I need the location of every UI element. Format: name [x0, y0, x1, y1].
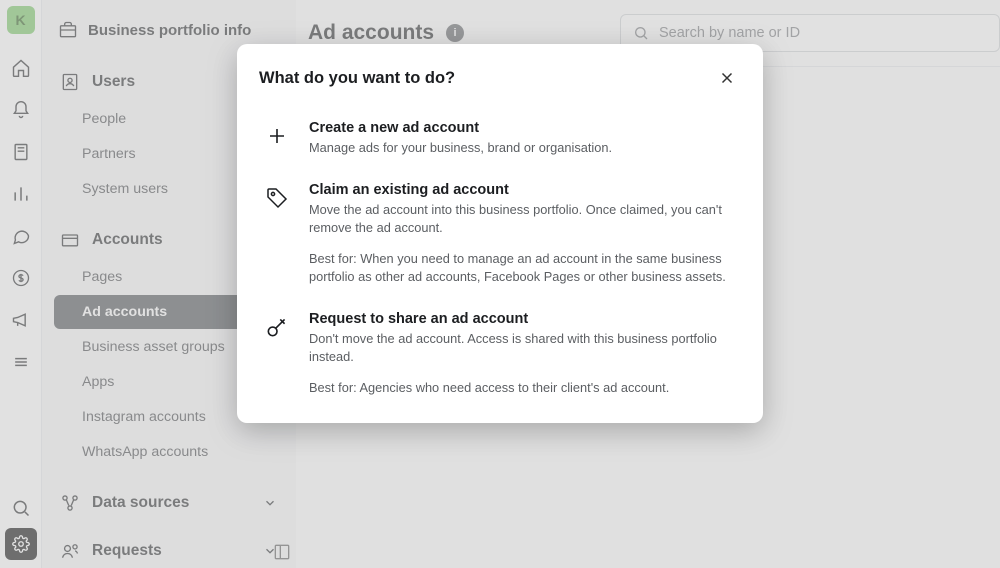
option-desc: Move the ad account into this business p…	[309, 201, 737, 238]
tag-icon	[263, 184, 291, 212]
modal-title: What do you want to do?	[259, 69, 713, 88]
option-title: Claim an existing ad account	[309, 182, 737, 198]
option-desc: Don't move the ad account. Access is sha…	[309, 330, 737, 367]
modal-overlay[interactable]: What do you want to do? Create a new ad …	[0, 0, 1000, 568]
option-best-for: Best for: Agencies who need access to th…	[309, 379, 737, 398]
option-title: Request to share an ad account	[309, 311, 737, 327]
option-create-account[interactable]: Create a new ad account Manage ads for y…	[237, 100, 763, 162]
close-button[interactable]	[713, 64, 741, 92]
option-desc: Manage ads for your business, brand or o…	[309, 139, 737, 158]
key-icon	[263, 313, 291, 341]
plus-icon	[263, 122, 291, 150]
option-best-for: Best for: When you need to manage an ad …	[309, 250, 737, 287]
modal: What do you want to do? Create a new ad …	[237, 44, 763, 423]
option-share-account[interactable]: Request to share an ad account Don't mov…	[237, 291, 763, 402]
option-title: Create a new ad account	[309, 120, 737, 136]
option-claim-account[interactable]: Claim an existing ad account Move the ad…	[237, 162, 763, 291]
